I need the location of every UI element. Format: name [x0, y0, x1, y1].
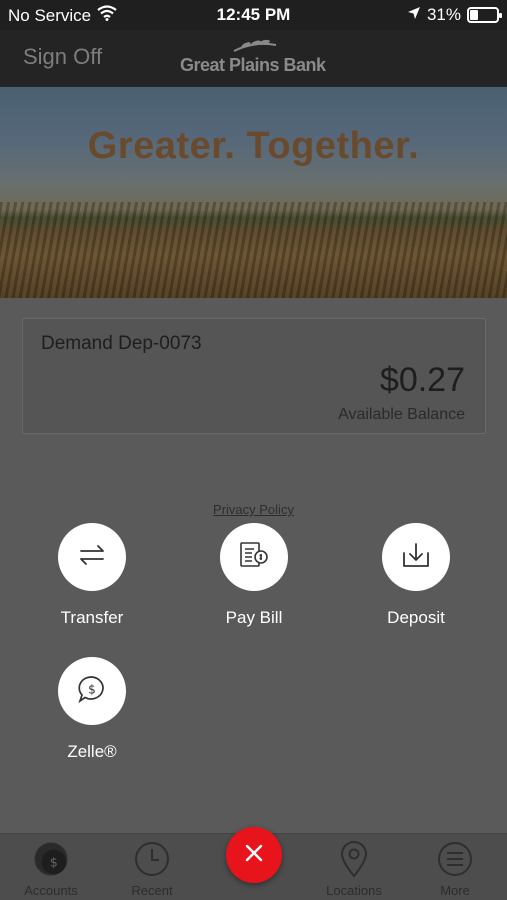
transfer-button[interactable] [58, 523, 126, 591]
bank-name: Great Plains Bank [180, 55, 326, 75]
transfer-label: Transfer [60, 608, 124, 627]
tab-more[interactable]: More [405, 840, 505, 898]
tab-recent[interactable]: Recent [102, 840, 202, 898]
tab-locations-label: Locations [326, 883, 382, 898]
close-icon [245, 844, 263, 867]
transfer-icon [78, 541, 106, 574]
battery-level [470, 10, 479, 20]
svg-text:$: $ [50, 856, 58, 870]
privacy-policy-link[interactable]: Privacy Policy [0, 502, 507, 517]
tab-recent-label: Recent [131, 883, 173, 898]
transfer-action[interactable]: Transfer [32, 523, 152, 628]
hero-tagline: Greater. Together. [87, 125, 420, 167]
status-bar: No Service 12:45 PM 31% [0, 0, 507, 30]
map-pin-icon [335, 840, 373, 878]
zelle-icon: $ [77, 674, 107, 709]
bank-logo: Great Plains Bank [180, 38, 330, 78]
battery-percent: 31% [426, 5, 461, 24]
tab-accounts-label: Accounts [24, 883, 78, 898]
wheat-field-texture [0, 202, 507, 298]
pay-bill-label: Pay Bill [225, 608, 283, 627]
svg-text:$: $ [88, 682, 96, 696]
close-menu-button[interactable] [226, 827, 282, 883]
deposit-icon [401, 541, 431, 574]
zelle-action[interactable]: $ Zelle® [32, 657, 152, 762]
tab-accounts[interactable]: $ Accounts [1, 840, 101, 898]
zelle-button[interactable]: $ [58, 657, 126, 725]
clock-icon [133, 840, 171, 878]
tab-more-label: More [440, 883, 470, 898]
app-header: Sign Off Great Plains Bank [0, 30, 507, 87]
pay-bill-action[interactable]: Pay Bill [194, 523, 314, 628]
deposit-button[interactable] [382, 523, 450, 591]
balance-label: Available Balance [338, 406, 465, 423]
bill-icon [239, 541, 269, 574]
account-card[interactable]: Demand Dep-0073 $0.27 Available Balance [22, 318, 486, 434]
battery-icon [467, 7, 502, 23]
account-name: Demand Dep-0073 [41, 333, 202, 354]
deposit-action[interactable]: Deposit [356, 523, 476, 628]
menu-icon [436, 840, 474, 878]
hero-banner: Greater. Together. [0, 87, 507, 298]
location-arrow-icon [407, 5, 421, 25]
account-balance: $0.27 [379, 361, 465, 399]
tab-locations[interactable]: Locations [304, 840, 404, 898]
deposit-label: Deposit [387, 608, 445, 627]
sign-off-button[interactable]: Sign Off [23, 44, 102, 70]
pay-bill-button[interactable] [220, 523, 288, 591]
zelle-label: Zelle® [67, 742, 117, 761]
dollar-coin-icon: $ [32, 840, 70, 878]
